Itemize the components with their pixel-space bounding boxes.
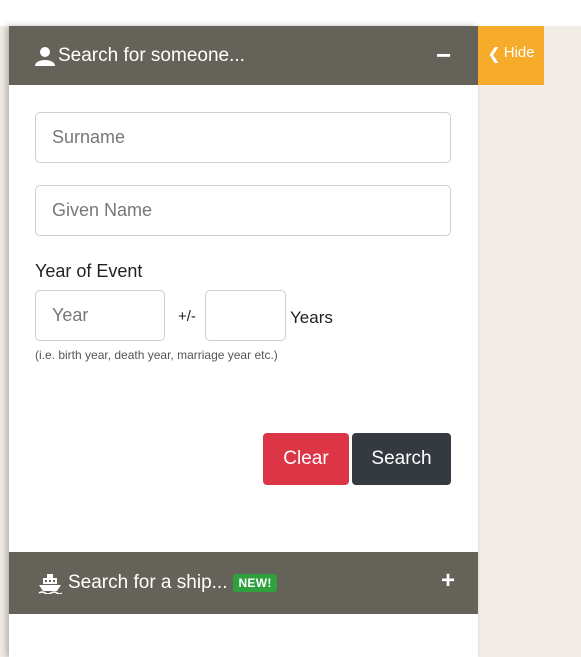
ship-icon: [38, 574, 62, 594]
year-input[interactable]: [35, 290, 165, 341]
year-range-input[interactable]: [205, 290, 286, 341]
person-icon: [35, 46, 55, 66]
top-strip: [0, 0, 581, 26]
chevron-left-icon: ❮: [487, 46, 501, 63]
year-of-event-label: Year of Event: [35, 261, 143, 281]
hide-button[interactable]: ❮ Hide: [478, 26, 544, 85]
hide-button-label: Hide: [503, 44, 535, 61]
clear-button[interactable]: Clear: [263, 433, 349, 485]
expand-icon[interactable]: +: [441, 569, 455, 593]
plus-minus-label: +/-: [178, 308, 196, 325]
search-button[interactable]: Search: [352, 433, 451, 485]
new-badge: NEW!: [233, 574, 277, 592]
ship-search-title: Search for a ship... NEW!: [38, 572, 277, 594]
person-search-header[interactable]: Search for someone... −: [9, 26, 478, 85]
ship-search-title-text: Search for a ship...: [68, 572, 228, 593]
given-name-input[interactable]: [35, 185, 451, 236]
ship-search-header[interactable]: Search for a ship... NEW! +: [9, 552, 478, 614]
search-panel: Search for someone... − Year of Event +/…: [9, 26, 478, 657]
person-search-title: Search for someone...: [34, 45, 245, 67]
person-search-title-text: Search for someone...: [58, 44, 245, 66]
years-label: Years: [290, 308, 333, 327]
year-hint-text: (i.e. birth year, death year, marriage y…: [35, 348, 278, 362]
surname-input[interactable]: [35, 112, 451, 163]
collapse-icon[interactable]: −: [436, 42, 451, 68]
